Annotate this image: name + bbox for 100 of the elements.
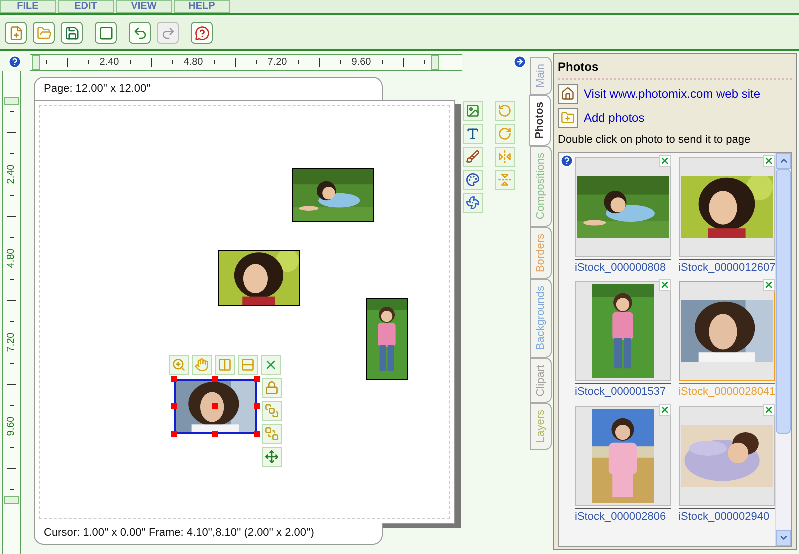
color-tool-button[interactable]	[463, 170, 483, 190]
color-tool-icon	[466, 173, 480, 187]
remove-button[interactable]	[659, 279, 671, 291]
resize-handle[interactable]	[254, 376, 260, 382]
frame-icon	[98, 26, 114, 40]
pan-button[interactable]	[192, 355, 212, 375]
side-tab[interactable]: Backgrounds	[530, 279, 552, 358]
resize-handle[interactable]	[212, 376, 218, 382]
text-tool-icon	[466, 127, 480, 141]
scroll-thumb[interactable]	[776, 168, 791, 434]
photo-thumbnail[interactable]	[575, 156, 671, 256]
menu-item[interactable]: HELP	[174, 0, 230, 13]
help-button[interactable]	[191, 22, 213, 44]
help-icon[interactable]	[8, 55, 22, 69]
margin-marker[interactable]	[431, 54, 439, 70]
ruler-label: 2.40	[5, 164, 18, 184]
tab-label: Main	[534, 64, 548, 88]
add-folder-icon[interactable]	[558, 108, 578, 128]
move-icon	[265, 450, 279, 464]
frame-button[interactable]	[95, 22, 117, 44]
resize-handle[interactable]	[212, 403, 218, 409]
menu-item[interactable]: VIEW	[116, 0, 172, 13]
photo-thumbnail[interactable]	[575, 281, 671, 381]
tab-label: Borders	[534, 234, 548, 272]
ruler-label: 7.20	[268, 56, 288, 70]
photo-thumbnail[interactable]	[678, 156, 774, 256]
resize-handle[interactable]	[171, 403, 177, 409]
brush-tool-button[interactable]	[463, 147, 483, 167]
effects-tool-button[interactable]	[463, 193, 483, 213]
send-backward-button[interactable]	[262, 424, 282, 444]
photo-thumbnail[interactable]	[575, 406, 671, 506]
resize-handle[interactable]	[254, 431, 260, 437]
text-tool-button[interactable]	[463, 124, 483, 144]
effects-tool-icon	[466, 196, 480, 210]
resize-handle[interactable]	[254, 403, 260, 409]
split-vertical-button[interactable]	[215, 355, 235, 375]
scroll-up-button[interactable]	[776, 152, 791, 168]
remove-button[interactable]	[659, 154, 671, 166]
flip-vertical-button[interactable]	[495, 170, 515, 190]
bring-forward-button[interactable]	[262, 401, 282, 421]
remove-button[interactable]	[659, 404, 671, 416]
send-backward-icon	[265, 427, 279, 441]
photo-name[interactable]: iStock_000002940	[678, 508, 774, 525]
remove-button[interactable]	[762, 154, 774, 166]
flip-horizontal-button[interactable]	[495, 147, 515, 167]
side-tab[interactable]: Main	[530, 57, 552, 95]
menu-item[interactable]: FILE	[0, 0, 56, 13]
hint-text: Double click on photo to send it to page	[558, 133, 752, 148]
panel-link[interactable]: Visit www.photomix.com web site	[584, 85, 761, 103]
lock-icon	[265, 381, 279, 395]
remove-button[interactable]	[762, 404, 774, 416]
photo-name[interactable]: iStock_000002806	[575, 508, 671, 525]
rotate-right-icon	[498, 127, 512, 141]
lock-button[interactable]	[262, 378, 282, 398]
panel-link[interactable]: Add photos	[584, 109, 645, 127]
home-icon[interactable]	[558, 84, 578, 104]
scroll-down-button[interactable]	[776, 530, 791, 546]
brush-tool-icon	[466, 150, 480, 164]
side-tab[interactable]: Photos	[529, 94, 551, 146]
collapse-icon[interactable]	[513, 55, 527, 69]
photo-thumbnail[interactable]	[678, 281, 774, 381]
open-button[interactable]	[33, 22, 55, 44]
ruler-label: 9.60	[352, 56, 372, 70]
close-icon	[764, 404, 774, 414]
close-icon	[660, 156, 670, 166]
close-icon	[660, 404, 670, 414]
resize-handle[interactable]	[212, 431, 218, 437]
undo-button[interactable]	[129, 22, 151, 44]
resize-handle[interactable]	[171, 431, 177, 437]
ruler-label: 7.20	[5, 332, 18, 352]
save-button[interactable]	[61, 22, 83, 44]
scrollbar[interactable]	[775, 152, 791, 546]
margin-marker[interactable]	[32, 54, 40, 70]
rotate-left-button[interactable]	[495, 101, 515, 121]
margin-marker[interactable]	[4, 496, 19, 504]
photo-thumbnail[interactable]	[678, 406, 774, 506]
side-tab[interactable]: Clipart	[530, 358, 552, 404]
help-icon[interactable]	[560, 154, 574, 168]
photo-name[interactable]: iStock_000001537	[575, 383, 671, 400]
remove-button[interactable]	[762, 279, 774, 291]
tab-label: Photos	[532, 102, 547, 140]
resize-handle[interactable]	[171, 376, 177, 382]
margin-marker[interactable]	[4, 97, 19, 105]
frame-tool-button[interactable]	[463, 101, 483, 121]
panel-title: Photos	[558, 59, 600, 76]
move-button[interactable]	[262, 447, 282, 467]
delete-button[interactable]	[261, 355, 281, 375]
photo-name[interactable]: iStock_000000808	[575, 258, 671, 276]
zoom-button[interactable]	[169, 355, 189, 375]
close-icon	[660, 280, 670, 290]
help-icon	[194, 26, 210, 40]
tab-label: Clipart	[534, 364, 548, 396]
flip-horizontal-icon	[498, 150, 512, 164]
split-horizontal-button[interactable]	[238, 355, 258, 375]
menu-item[interactable]: EDIT	[58, 0, 114, 13]
rotate-right-button[interactable]	[495, 124, 515, 144]
tab-label: Layers	[534, 410, 548, 444]
ruler-label: 9.60	[5, 416, 18, 436]
photo-name[interactable]: iStock_0000012607	[678, 258, 774, 276]
new-page-button[interactable]	[5, 22, 27, 44]
